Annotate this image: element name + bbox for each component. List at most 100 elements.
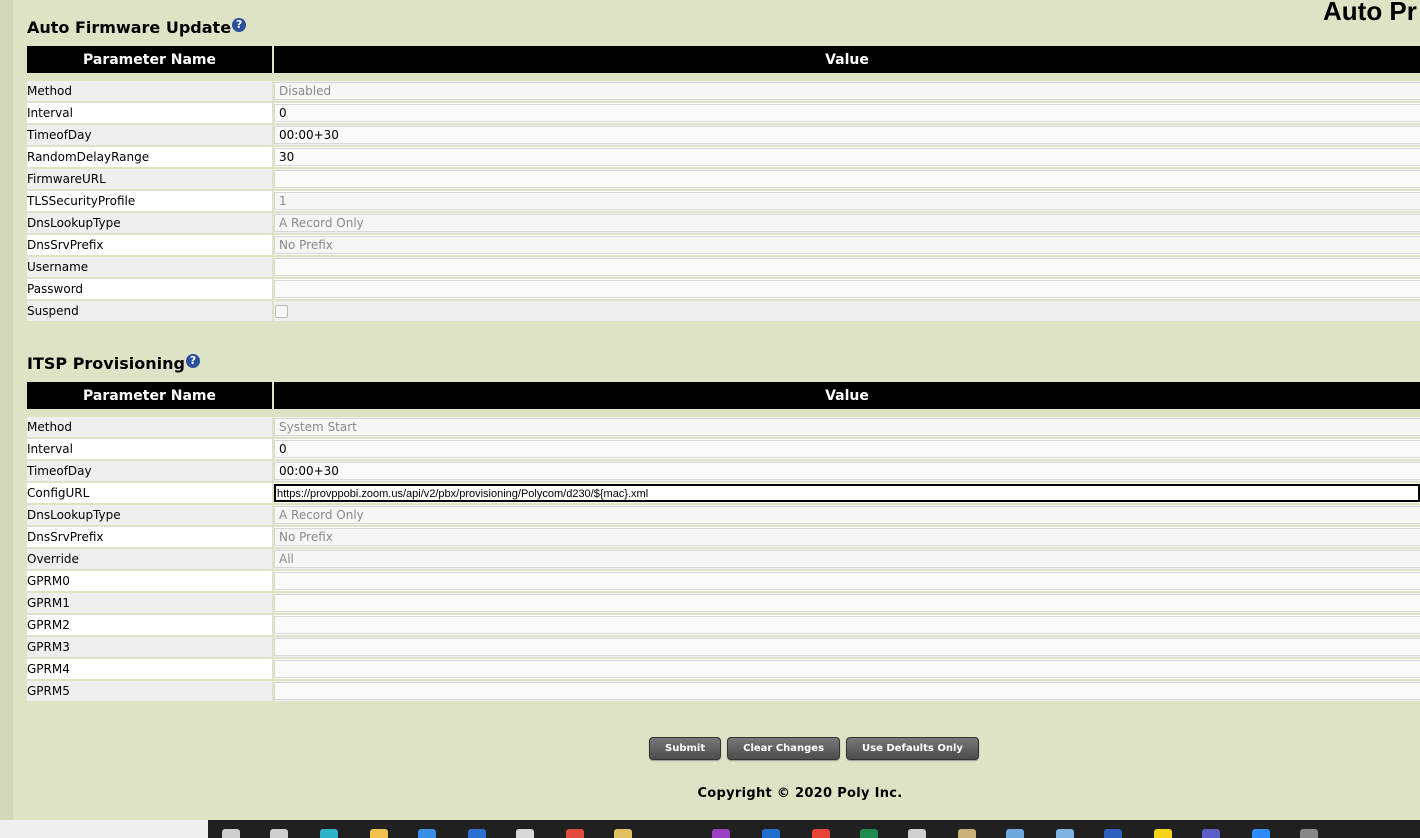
- interval-input[interactable]: 0: [274, 440, 1420, 458]
- randomdelayrange-input[interactable]: 30: [274, 148, 1420, 166]
- parameter-value-cell: [274, 301, 1420, 323]
- table-row: Password: [27, 279, 1420, 301]
- parameter-name: DnsLookupType: [27, 213, 274, 235]
- file-explorer-icon[interactable]: [370, 829, 388, 838]
- parameter-name: Password: [27, 279, 274, 301]
- gprm4-input[interactable]: [274, 660, 1420, 678]
- zoom-icon[interactable]: [1252, 829, 1270, 838]
- search-icon[interactable]: [222, 829, 240, 838]
- override-select[interactable]: All: [274, 550, 1420, 568]
- parameter-value-cell: 30: [274, 147, 1420, 169]
- dnssrvprefix-select[interactable]: No Prefix: [274, 236, 1420, 254]
- table-row: TimeofDay 00:00+30: [27, 461, 1420, 483]
- use-defaults-button[interactable]: Use Defaults Only: [846, 737, 979, 760]
- onenote-icon[interactable]: [712, 829, 730, 838]
- chatgpt-icon[interactable]: [516, 829, 534, 838]
- parameter-value-cell: 00:00+30: [274, 461, 1420, 483]
- tlssecurityprofile-select[interactable]: 1: [274, 192, 1420, 210]
- parameter-name: GPRM4: [27, 659, 274, 681]
- table-row: DnsSrvPrefix No Prefix: [27, 527, 1420, 549]
- timeofday-input[interactable]: 00:00+30: [274, 462, 1420, 480]
- clear-changes-button[interactable]: Clear Changes: [727, 737, 841, 760]
- parameter-value-cell: [274, 615, 1420, 637]
- terminal-icon[interactable]: [1300, 829, 1318, 838]
- notes-icon[interactable]: [614, 829, 632, 838]
- taskbar-search-area[interactable]: [0, 820, 208, 838]
- table-row: Override All: [27, 549, 1420, 571]
- parameter-name: DnsLookupType: [27, 505, 274, 527]
- parameter-value-cell: 0: [274, 439, 1420, 461]
- parameter-value-cell: [274, 279, 1420, 301]
- app-red-icon[interactable]: [566, 829, 584, 838]
- submit-button[interactable]: Submit: [649, 737, 722, 760]
- snip-icon[interactable]: [1056, 829, 1074, 838]
- table-row: TimeofDay 00:00+30: [27, 125, 1420, 147]
- dnssrvprefix-select[interactable]: No Prefix: [274, 528, 1420, 546]
- dnslookuptype-select[interactable]: A Record Only: [274, 506, 1420, 524]
- table-row: GPRM1: [27, 593, 1420, 615]
- gprm1-input[interactable]: [274, 594, 1420, 612]
- form-buttons: Submit Clear Changes Use Defaults Only: [649, 737, 979, 760]
- mail-icon[interactable]: [468, 829, 486, 838]
- table-row: Interval 0: [27, 103, 1420, 125]
- chrome-icon[interactable]: [812, 829, 830, 838]
- parameter-value-cell: A Record Only: [274, 505, 1420, 527]
- settings-icon[interactable]: [908, 829, 926, 838]
- paint-icon[interactable]: [958, 829, 976, 838]
- username-input[interactable]: [274, 258, 1420, 276]
- help-icon[interactable]: ?: [232, 17, 247, 32]
- store-icon[interactable]: [418, 829, 436, 838]
- gprm3-input[interactable]: [274, 638, 1420, 656]
- password-input[interactable]: [274, 280, 1420, 298]
- parameter-name: GPRM1: [27, 593, 274, 615]
- configurl-input[interactable]: https://provppobi.zoom.us/api/v2/pbx/pro…: [274, 484, 1420, 502]
- outlook-icon[interactable]: [762, 829, 780, 838]
- parameter-name: GPRM0: [27, 571, 274, 593]
- teams-icon[interactable]: [1202, 829, 1220, 838]
- parameter-name: GPRM5: [27, 681, 274, 703]
- parameter-value-cell: [274, 637, 1420, 659]
- parameter-value-cell: All: [274, 549, 1420, 571]
- edge-browser-icon[interactable]: [320, 829, 338, 838]
- parameter-name: Interval: [27, 103, 274, 125]
- table-row: FirmwareURL: [27, 169, 1420, 191]
- parameter-name: Method: [27, 417, 274, 439]
- parameter-value-cell: 00:00+30: [274, 125, 1420, 147]
- gprm5-input[interactable]: [274, 682, 1420, 700]
- column-header-parameter-name: Parameter Name: [27, 46, 274, 73]
- section-title-text: ITSP Provisioning: [27, 354, 185, 373]
- column-header-parameter-name: Parameter Name: [27, 382, 274, 409]
- dnslookuptype-select[interactable]: A Record Only: [274, 214, 1420, 232]
- calculator-icon[interactable]: [1006, 829, 1024, 838]
- table-row: DnsSrvPrefix No Prefix: [27, 235, 1420, 257]
- parameter-value-cell: [274, 681, 1420, 703]
- suspend-checkbox[interactable]: [275, 304, 288, 318]
- gprm0-input[interactable]: [274, 572, 1420, 590]
- section-title-text: Auto Firmware Update: [27, 18, 232, 37]
- timeofday-input[interactable]: 00:00+30: [274, 126, 1420, 144]
- parameter-name: DnsSrvPrefix: [27, 527, 274, 549]
- excel-icon[interactable]: [860, 829, 878, 838]
- sticky-notes-icon[interactable]: [1154, 829, 1172, 838]
- method-select[interactable]: Disabled: [274, 82, 1420, 100]
- parameter-value-cell: [274, 257, 1420, 279]
- auto-firmware-section-title: Auto Firmware Update ?: [27, 17, 247, 37]
- table-row: Suspend: [27, 301, 1420, 323]
- parameter-value-cell: No Prefix: [274, 235, 1420, 257]
- table-row: DnsLookupType A Record Only: [27, 213, 1420, 235]
- task-view-icon[interactable]: [270, 829, 288, 838]
- parameter-value-cell: Disabled: [274, 81, 1420, 103]
- page-heading: Auto Pr: [1323, 0, 1417, 26]
- help-icon[interactable]: ?: [185, 353, 200, 368]
- interval-input[interactable]: 0: [274, 104, 1420, 122]
- copyright-text: Copyright © 2020 Poly Inc.: [697, 786, 903, 801]
- parameter-value-cell: No Prefix: [274, 527, 1420, 549]
- parameter-name: ConfigURL: [27, 483, 274, 505]
- firmwareurl-input[interactable]: [274, 170, 1420, 188]
- word-icon[interactable]: [1104, 829, 1122, 838]
- table-row: GPRM0: [27, 571, 1420, 593]
- method-select[interactable]: System Start: [274, 418, 1420, 436]
- table-row: Username: [27, 257, 1420, 279]
- table-row: GPRM2: [27, 615, 1420, 637]
- gprm2-input[interactable]: [274, 616, 1420, 634]
